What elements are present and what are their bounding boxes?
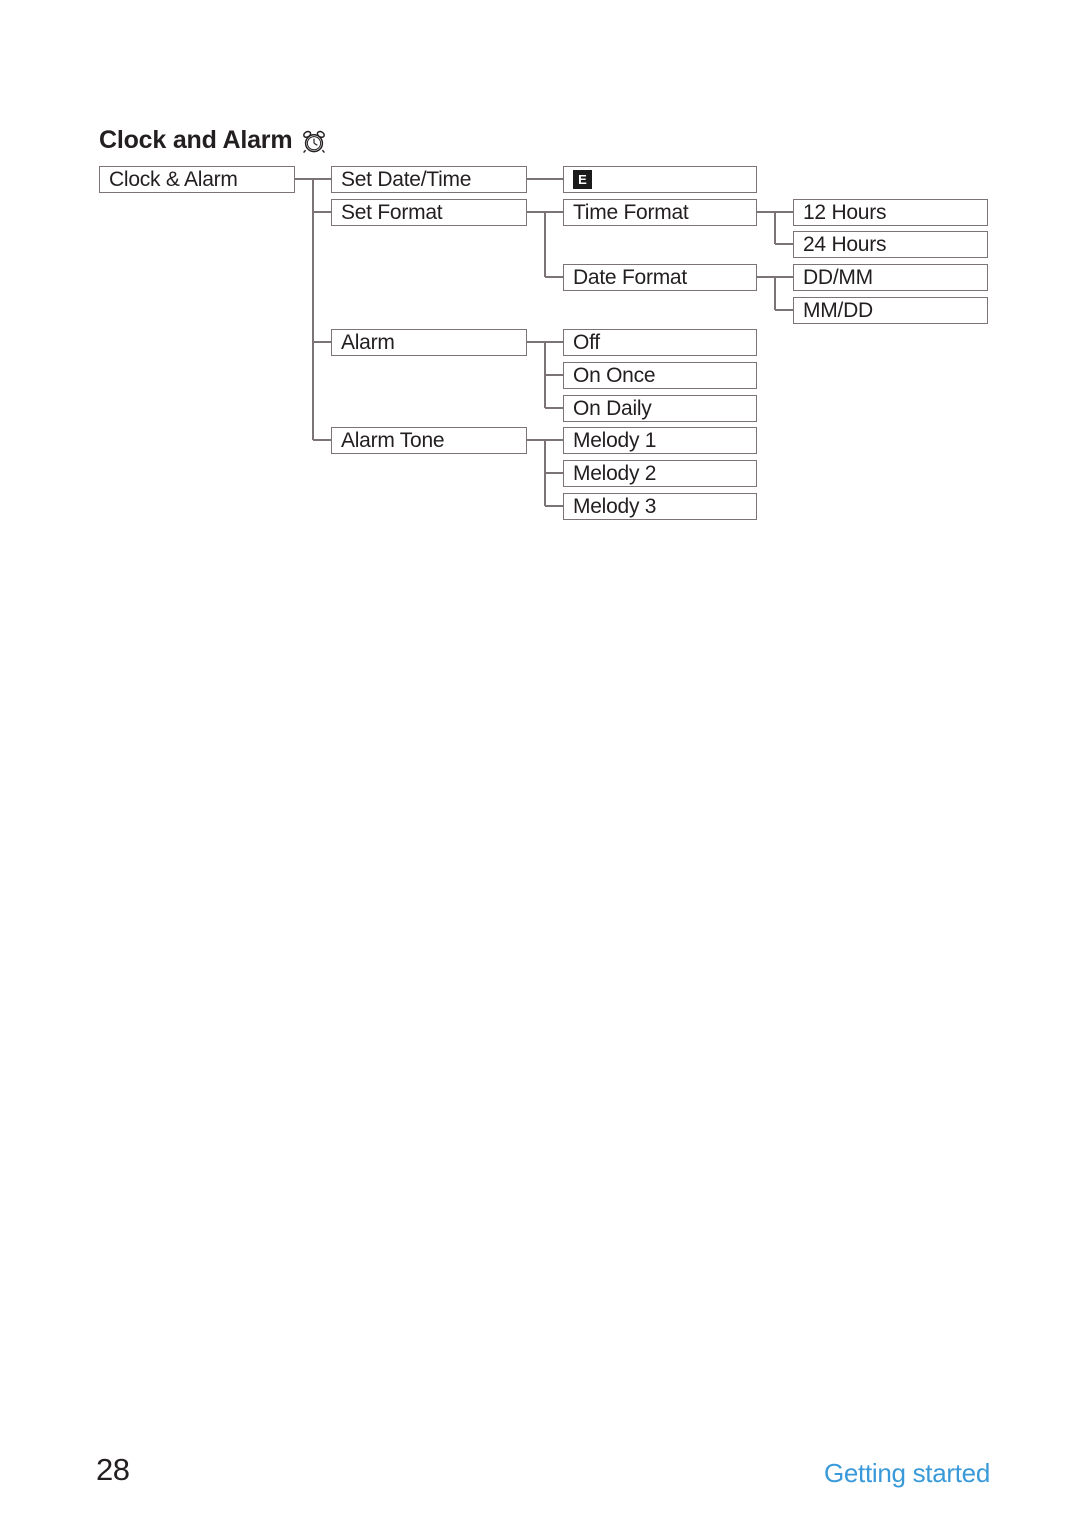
node-label: Clock & Alarm (109, 168, 238, 191)
node-alarm-off[interactable]: Off (563, 329, 757, 356)
node-label: Time Format (573, 201, 689, 224)
node-label: 12 Hours (803, 201, 887, 224)
node-alarm-tone[interactable]: Alarm Tone (331, 427, 527, 454)
node-label: Alarm (341, 331, 395, 354)
node-set-date-time[interactable]: Set Date/Time (331, 166, 527, 193)
node-dd-mm[interactable]: DD/MM (793, 264, 988, 291)
node-label: Melody 1 (573, 429, 657, 452)
node-mm-dd[interactable]: MM/DD (793, 297, 988, 324)
node-date-format[interactable]: Date Format (563, 264, 757, 291)
node-date-time-edit[interactable]: E (563, 166, 757, 193)
node-label: Set Date/Time (341, 168, 472, 191)
node-label: Set Format (341, 201, 443, 224)
node-24-hours[interactable]: 24 Hours (793, 231, 988, 258)
node-label: 24 Hours (803, 233, 887, 256)
node-label: Melody 3 (573, 495, 657, 518)
edit-key-badge-icon: E (573, 170, 592, 189)
node-melody-2[interactable]: Melody 2 (563, 460, 757, 487)
footer-section-label: Getting started (823, 1458, 990, 1488)
menu-tree-diagram: Clock & Alarm Set Date/Time Set Format A… (0, 0, 1080, 560)
node-label: Date Format (573, 266, 687, 289)
node-12-hours[interactable]: 12 Hours (793, 199, 988, 226)
node-alarm-on-once[interactable]: On Once (563, 362, 757, 389)
node-label: On Daily (573, 397, 652, 420)
node-label: Melody 2 (573, 462, 657, 485)
node-melody-3[interactable]: Melody 3 (563, 493, 757, 520)
node-clock-and-alarm[interactable]: Clock & Alarm (99, 166, 295, 193)
node-alarm[interactable]: Alarm (331, 329, 527, 356)
node-label: Alarm Tone (341, 429, 445, 452)
node-set-format[interactable]: Set Format (331, 199, 527, 226)
node-label: DD/MM (803, 266, 873, 289)
node-time-format[interactable]: Time Format (563, 199, 757, 226)
node-label: MM/DD (803, 299, 873, 322)
node-label: On Once (573, 364, 656, 387)
node-alarm-on-daily[interactable]: On Daily (563, 395, 757, 422)
node-label: Off (573, 331, 600, 354)
page-number: 28 (96, 1452, 130, 1487)
node-melody-1[interactable]: Melody 1 (563, 427, 757, 454)
